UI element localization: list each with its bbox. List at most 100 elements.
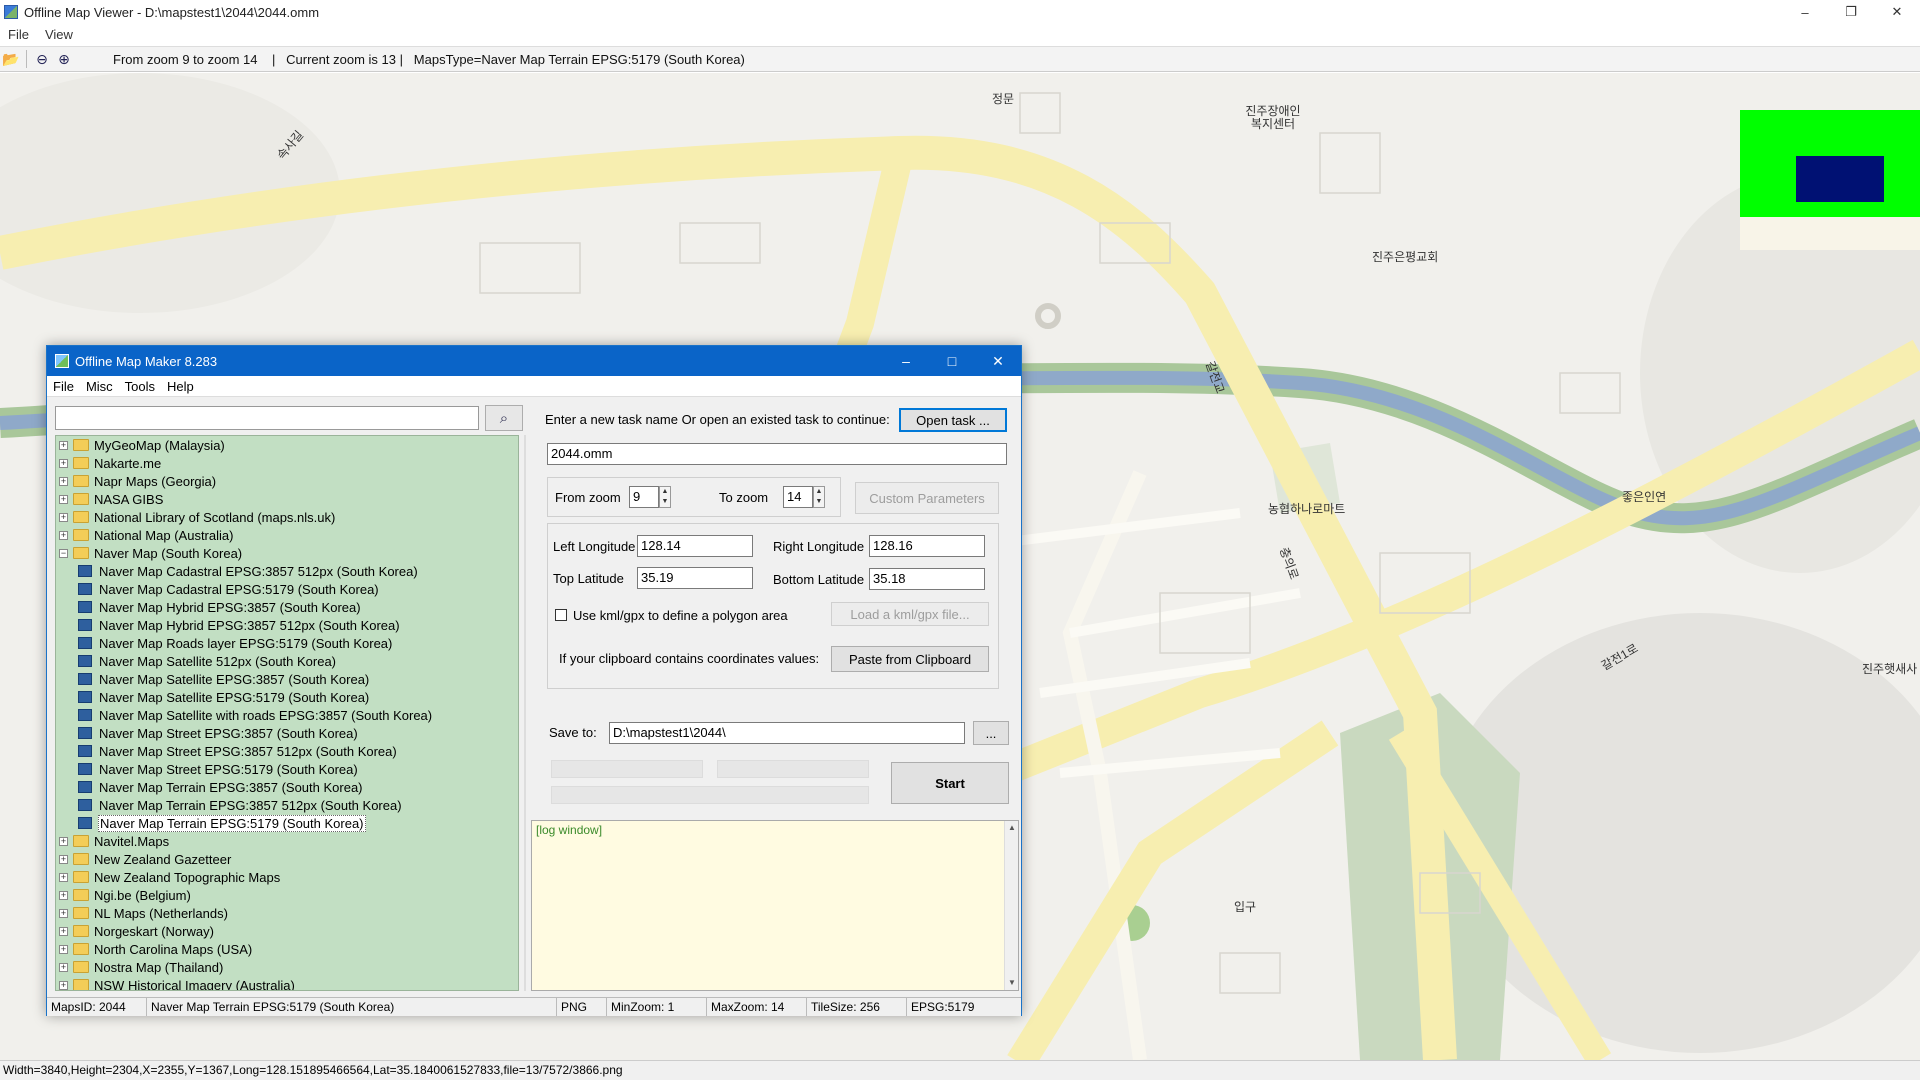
expand-icon[interactable]: + (59, 908, 68, 918)
search-button[interactable]: ⌕ (485, 405, 523, 431)
tree-item-map[interactable]: Naver Map Street EPSG:3857 512px (South … (56, 742, 518, 760)
tree-item-provider[interactable]: + MyGeoMap (Malaysia) (56, 436, 518, 454)
tree-item-label: National Library of Scotland (maps.nls.u… (94, 509, 336, 525)
tree-item-map[interactable]: Naver Map Street EPSG:5179 (South Korea) (56, 760, 518, 778)
tree-item-provider[interactable]: + New Zealand Topographic Maps (56, 868, 518, 886)
dialog-menu-misc[interactable]: Misc (80, 379, 119, 394)
tree-item-map[interactable]: Naver Map Terrain EPSG:3857 512px (South… (56, 796, 518, 814)
folder-icon (73, 493, 89, 505)
menu-view[interactable]: View (37, 27, 81, 42)
minimap[interactable] (1740, 110, 1920, 250)
dialog-title: Offline Map Maker 8.283 (75, 353, 218, 369)
tree-item-provider[interactable]: + Navitel.Maps (56, 832, 518, 850)
expand-icon[interactable]: + (59, 476, 68, 486)
map-type-tree[interactable]: + MyGeoMap (Malaysia) + Nakarte.me + Napr Map… (55, 435, 519, 991)
tree-item-provider[interactable]: + NSW Historical Imagery (Australia) (56, 976, 518, 990)
collapse-icon[interactable]: − (59, 548, 68, 558)
log-scrollbar[interactable]: ▲ ▼ (1004, 821, 1018, 990)
menu-file[interactable]: File (0, 27, 37, 42)
paste-clipboard-button[interactable]: Paste from Clipboard (831, 646, 989, 672)
expand-icon[interactable]: + (59, 872, 68, 882)
tree-item-label: New Zealand Topographic Maps (94, 869, 281, 885)
expand-icon[interactable]: + (59, 440, 68, 450)
tree-item-map[interactable]: Naver Map Terrain EPSG:5179 (South Korea… (56, 814, 518, 832)
log-window[interactable]: [log window] ▲ ▼ (531, 820, 1019, 991)
dialog-maximize-button[interactable]: □ (929, 346, 975, 376)
dialog-menu-file[interactable]: File (47, 379, 80, 394)
tree-item-map[interactable]: Naver Map Terrain EPSG:3857 (South Korea… (56, 778, 518, 796)
top-latitude-input[interactable]: 35.19 (637, 567, 753, 589)
tree-item-provider[interactable]: + National Map (Australia) (56, 526, 518, 544)
use-kml-checkbox[interactable] (555, 609, 567, 621)
tree-item-map[interactable]: Naver Map Cadastral EPSG:5179 (South Kor… (56, 580, 518, 598)
right-longitude-input[interactable]: 128.16 (869, 535, 985, 557)
custom-parameters-button[interactable]: Custom Parameters (855, 482, 999, 514)
tree-item-map[interactable]: Naver Map Hybrid EPSG:3857 512px (South … (56, 616, 518, 634)
expand-icon[interactable]: + (59, 836, 68, 846)
expand-icon[interactable]: + (59, 962, 68, 972)
minimize-button[interactable]: – (1782, 0, 1828, 24)
expand-icon[interactable]: + (59, 854, 68, 864)
tree-item-map[interactable]: Naver Map Satellite EPSG:5179 (South Kor… (56, 688, 518, 706)
expand-icon[interactable]: + (59, 980, 68, 990)
tree-item-map[interactable]: Naver Map Street EPSG:3857 (South Korea) (56, 724, 518, 742)
save-path-input[interactable]: D:\mapstest1\2044\ (609, 722, 965, 744)
tree-item-map[interactable]: Naver Map Hybrid EPSG:3857 (South Korea) (56, 598, 518, 616)
tree-item-provider[interactable]: + Nostra Map (Thailand) (56, 958, 518, 976)
restore-button[interactable]: ❐ (1828, 0, 1874, 24)
tree-item-label: Napr Maps (Georgia) (94, 473, 217, 489)
tree-item-map[interactable]: Naver Map Roads layer EPSG:5179 (South K… (56, 634, 518, 652)
open-task-button[interactable]: Open task ... (899, 408, 1007, 432)
to-zoom-input[interactable]: 14 (783, 486, 813, 508)
tree-item-provider[interactable]: + New Zealand Gazetteer (56, 850, 518, 868)
from-zoom-input[interactable]: 9 (629, 486, 659, 508)
dialog-menu-tools[interactable]: Tools (119, 379, 161, 394)
expand-icon[interactable]: + (59, 530, 68, 540)
scroll-up-icon[interactable]: ▲ (1005, 821, 1019, 835)
dialog-menu-help[interactable]: Help (161, 379, 200, 394)
tree-item-provider[interactable]: + NL Maps (Netherlands) (56, 904, 518, 922)
splitter[interactable] (524, 435, 526, 991)
tree-item-map[interactable]: Naver Map Cadastral EPSG:3857 512px (Sou… (56, 562, 518, 580)
expand-icon[interactable]: + (59, 512, 68, 522)
expand-icon[interactable]: + (59, 494, 68, 504)
app-icon (4, 5, 18, 19)
to-zoom-spinner[interactable]: ▲ ▼ (813, 486, 825, 508)
tree-item-map[interactable]: Naver Map Satellite with roads EPSG:3857… (56, 706, 518, 724)
left-longitude-input[interactable]: 128.14 (637, 535, 753, 557)
scroll-down-icon[interactable]: ▼ (1005, 976, 1019, 990)
tree-item-label: Naver Map Hybrid EPSG:3857 (South Korea) (99, 599, 361, 615)
tree-item-label: Naver Map Roads layer EPSG:5179 (South K… (99, 635, 393, 651)
close-button[interactable]: ✕ (1874, 0, 1920, 24)
browse-button[interactable]: ... (973, 721, 1009, 745)
zoom-out-icon[interactable]: ⊖ (31, 48, 53, 70)
expand-icon[interactable]: + (59, 458, 68, 468)
expand-icon[interactable]: + (59, 890, 68, 900)
zoom-in-icon[interactable]: ⊕ (53, 48, 75, 70)
minimap-viewport[interactable] (1796, 156, 1884, 202)
tree-item-provider[interactable]: + National Library of Scotland (maps.nls.… (56, 508, 518, 526)
tree-item-label: New Zealand Gazetteer (94, 851, 232, 867)
load-kml-button[interactable]: Load a kml/gpx file... (831, 602, 989, 626)
tree-item-provider[interactable]: + NASA GIBS (56, 490, 518, 508)
tree-item-map[interactable]: Naver Map Satellite 512px (South Korea) (56, 652, 518, 670)
from-zoom-spinner[interactable]: ▲ ▼ (659, 486, 671, 508)
tree-item-provider[interactable]: − Naver Map (South Korea) (56, 544, 518, 562)
dialog-minimize-button[interactable]: – (883, 346, 929, 376)
task-name-input[interactable]: 2044.omm (547, 443, 1007, 465)
expand-icon[interactable]: + (59, 926, 68, 936)
tree-item-map[interactable]: Naver Map Satellite EPSG:3857 (South Kor… (56, 670, 518, 688)
dialog-close-button[interactable]: ✕ (975, 346, 1021, 376)
tree-item-provider[interactable]: + Norgeskart (Norway) (56, 922, 518, 940)
folder-icon (73, 439, 89, 451)
tree-item-provider[interactable]: + Ngi.be (Belgium) (56, 886, 518, 904)
tree-item-provider[interactable]: + Napr Maps (Georgia) (56, 472, 518, 490)
expand-icon[interactable]: + (59, 944, 68, 954)
bottom-latitude-input[interactable]: 35.18 (869, 568, 985, 590)
tree-item-provider[interactable]: + Nakarte.me (56, 454, 518, 472)
open-folder-icon[interactable]: 📂 (0, 48, 22, 70)
folder-icon (73, 961, 89, 973)
start-button[interactable]: Start (891, 762, 1009, 804)
tree-item-provider[interactable]: + North Carolina Maps (USA) (56, 940, 518, 958)
map-search-input[interactable] (55, 406, 479, 430)
